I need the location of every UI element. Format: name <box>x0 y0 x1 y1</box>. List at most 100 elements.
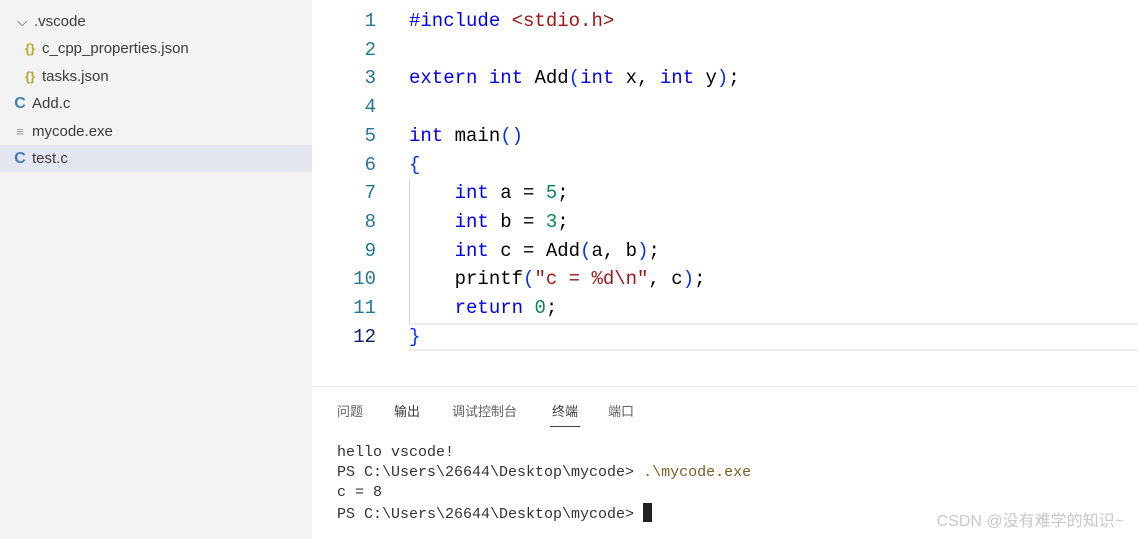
code-token-br: () <box>500 124 524 147</box>
code-token-kw: int <box>488 67 524 90</box>
code-token-str: <stdio.h> <box>511 10 615 32</box>
explorer-item[interactable]: {} tasks.json <box>0 63 312 90</box>
code-token-pl: b = <box>488 210 546 233</box>
code-token-kw: return <box>454 297 524 319</box>
code-line[interactable]: 6{ <box>312 151 1138 180</box>
line-number: 11 <box>353 297 376 319</box>
terminal-input-line[interactable]: PS C:\Users\26644\Desktop\mycode> <box>337 503 653 525</box>
code-text: int main() <box>409 122 523 151</box>
bottom-panel: 问题 输出 调试控制台 终端 端口 hello vscode! PS C:\Us… <box>312 386 1138 539</box>
code-token-kw: int <box>454 210 489 233</box>
terminal-output-line: hello vscode! <box>337 444 455 461</box>
tab-problems[interactable]: 问题 <box>337 401 363 427</box>
terminal-command: .\mycode.exe <box>643 464 752 481</box>
explorer-item[interactable]: ⌵ .vscode <box>0 8 312 35</box>
terminal-prompt: PS C:\Users\26644\Desktop\mycode> <box>337 464 644 481</box>
code-token-str: "c = %d\n" <box>534 268 649 291</box>
c-file-icon: C <box>14 149 26 167</box>
tab-output[interactable]: 输出 <box>394 401 420 427</box>
line-number: 12 <box>353 325 376 348</box>
explorer-item[interactable]: ≡ mycode.exe <box>0 118 312 145</box>
code-token-br: { <box>409 153 421 176</box>
explorer-item[interactable]: {} c_cpp_properties.json <box>0 35 312 62</box>
code-token-br: ) <box>682 268 695 291</box>
line-number: 7 <box>364 182 376 205</box>
code-line[interactable]: 11 return 0; <box>312 294 1138 323</box>
code-token-pl: x, <box>614 67 660 90</box>
code-token-kw: int <box>454 182 489 205</box>
explorer-item[interactable]: C Add.c <box>0 90 312 117</box>
code-token-num: 5 <box>545 182 558 205</box>
code-token-kw: int <box>454 239 489 262</box>
line-number: 10 <box>353 268 376 291</box>
code-line[interactable]: 4 <box>312 93 1138 122</box>
code-token-pl: ; <box>648 239 660 262</box>
explorer-sidebar: ⌵ .vscode {} c_cpp_properties.json {} tasks.j… <box>0 0 312 539</box>
tab-ports[interactable]: 端口 <box>608 401 634 427</box>
tab-terminal[interactable]: 终端 <box>550 401 581 427</box>
code-token-pl: y <box>694 67 717 90</box>
line-number: 9 <box>364 239 376 262</box>
explorer-item-label: Add.c <box>32 95 71 113</box>
code-token-pl: ; <box>557 210 569 233</box>
code-token-pl: a = <box>488 182 546 205</box>
code-token-kw: int <box>409 124 444 147</box>
code-token-pl: main <box>443 124 501 147</box>
code-text: int b = 3; <box>409 208 569 237</box>
code-line[interactable]: 3 extern int Add(int x, int y); <box>312 64 1138 93</box>
explorer-item-label: mycode.exe <box>32 122 113 140</box>
code-line[interactable]: 8 int b = 3; <box>312 208 1138 237</box>
explorer-item[interactable]: Ctest.c <box>0 145 312 172</box>
code-line[interactable]: 9 int c = Add(a, b); <box>312 237 1138 266</box>
line-number: 6 <box>364 153 376 176</box>
line-number: 3 <box>364 67 376 90</box>
code-token-kw: int <box>659 67 695 90</box>
file-icon: ≡ <box>16 123 24 139</box>
code-token-pl: Add <box>523 67 569 90</box>
code-text: int a = 5; <box>409 179 569 208</box>
code-line[interactable]: 10 printf("c = %d\n", c); <box>312 265 1138 294</box>
code-line[interactable]: 1 #include <stdio.h> <box>312 7 1138 36</box>
explorer-item-label: c_cpp_properties.json <box>42 40 189 58</box>
code-line[interactable]: 2 <box>312 36 1138 65</box>
code-token-kw: int <box>580 67 615 90</box>
code-text: #include <stdio.h> <box>409 7 614 36</box>
line-number: 5 <box>364 124 376 147</box>
line-number: 1 <box>364 10 376 32</box>
line-number: 8 <box>364 210 376 233</box>
code-token-br: ) <box>716 67 729 90</box>
code-token-kw: #include <box>409 10 501 32</box>
code-text: { <box>409 151 420 180</box>
code-token-br: ( <box>523 268 535 291</box>
code-token-pl: ; <box>694 268 706 291</box>
code-token-num: 3 <box>545 210 558 233</box>
code-line[interactable]: 12} <box>353 322 1138 352</box>
code-token-br: ( <box>568 67 581 90</box>
explorer-item-label: .vscode <box>34 13 86 30</box>
terminal-cursor <box>643 503 653 522</box>
terminal-prompt: PS C:\Users\26644\Desktop\mycode> <box>337 506 644 523</box>
tab-debug-console[interactable]: 调试控制台 <box>452 401 517 427</box>
explorer-item-label: tasks.json <box>42 67 109 85</box>
code-token-br: } <box>409 325 421 348</box>
line-number: 4 <box>364 96 376 119</box>
code-token-pl: , c <box>648 268 683 291</box>
code-line[interactable]: 7 int a = 5; <box>312 179 1138 208</box>
explorer-item-label: test.c <box>32 150 68 167</box>
code-editor[interactable]: 1 #include <stdio.h> 2 3 extern int Add(int … <box>312 0 1138 386</box>
json-icon: {} <box>24 41 36 57</box>
code-text: return 0; <box>409 294 558 323</box>
c-file-icon: C <box>14 94 26 112</box>
code-text: } <box>409 325 420 350</box>
watermark: CSDN @没有难学的知识~ <box>936 513 1124 530</box>
code-line[interactable]: 5 int main() <box>312 122 1138 151</box>
chevron-down-icon: ⌵ <box>17 13 27 29</box>
code-token-br: ( <box>580 239 592 262</box>
code-text: extern int Add(int x, int y); <box>409 64 740 93</box>
terminal-output-line: c = 8 <box>337 484 383 501</box>
